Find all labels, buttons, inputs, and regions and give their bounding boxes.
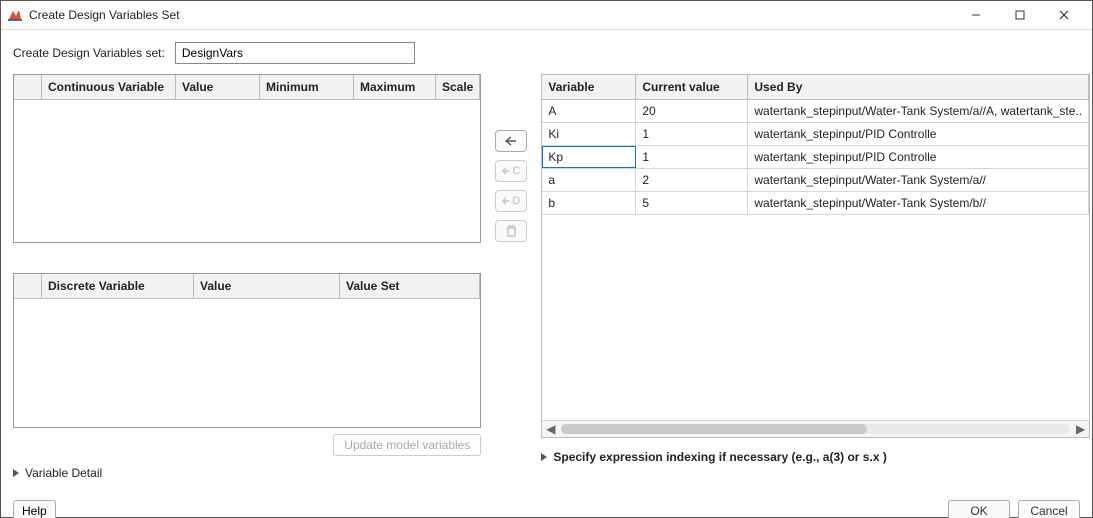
- add-continuous-button[interactable]: C: [495, 160, 527, 182]
- window-title: Create Design Variables Set: [29, 8, 954, 22]
- add-button[interactable]: [495, 130, 527, 152]
- table-row[interactable]: Kp1watertank_stepinput/PID Controlle: [542, 146, 1089, 169]
- main-area: Continuous Variable Value Minimum Maximu…: [13, 74, 1080, 480]
- minimize-button[interactable]: [954, 1, 998, 29]
- cell-current-value[interactable]: 1: [636, 123, 748, 145]
- specify-expression-expander[interactable]: Specify expression indexing if necessary…: [541, 450, 1090, 464]
- source-table: Variable Current value Used By A20watert…: [541, 74, 1090, 438]
- cell-variable[interactable]: b: [542, 192, 636, 214]
- cell-variable[interactable]: Kp: [542, 146, 636, 168]
- continuous-table-header: Continuous Variable Value Minimum Maximu…: [14, 75, 480, 100]
- specify-expression-label: Specify expression indexing if necessary…: [553, 450, 886, 464]
- header-minimum[interactable]: Minimum: [260, 75, 354, 100]
- header-value-set[interactable]: Value Set: [340, 274, 480, 299]
- cell-variable[interactable]: A: [542, 100, 636, 122]
- row-handle-header: [14, 75, 42, 100]
- titlebar: Create Design Variables Set: [1, 1, 1092, 30]
- scroll-left-icon[interactable]: ◀: [542, 421, 559, 438]
- header-variable[interactable]: Variable: [542, 75, 636, 100]
- ok-button[interactable]: OK: [948, 500, 1010, 518]
- discrete-table-body[interactable]: [14, 299, 480, 427]
- cell-current-value[interactable]: 1: [636, 146, 748, 168]
- scroll-right-icon[interactable]: ▶: [1072, 421, 1089, 438]
- row-handle-header: [14, 274, 42, 299]
- continuous-table: Continuous Variable Value Minimum Maximu…: [13, 74, 481, 243]
- table-row[interactable]: a2watertank_stepinput/Water-Tank System/…: [542, 169, 1089, 192]
- app-icon: [7, 7, 23, 23]
- cell-current-value[interactable]: 2: [636, 169, 748, 191]
- update-row: Update model variables: [13, 434, 481, 456]
- header-scale[interactable]: Scale: [436, 75, 480, 100]
- maximize-button[interactable]: [998, 1, 1042, 29]
- cell-current-value[interactable]: 5: [636, 192, 748, 214]
- close-button[interactable]: [1042, 1, 1086, 29]
- add-c-label: C: [512, 165, 520, 177]
- source-table-body[interactable]: A20watertank_stepinput/Water-Tank System…: [542, 100, 1089, 420]
- header-discrete-value[interactable]: Value: [194, 274, 340, 299]
- footer: Help OK Cancel: [1, 490, 1092, 518]
- header-used-by[interactable]: Used By: [748, 75, 1089, 100]
- right-column: Variable Current value Used By A20watert…: [541, 74, 1090, 480]
- header-current-value[interactable]: Current value: [636, 75, 748, 100]
- triangle-right-icon: [541, 453, 547, 461]
- delete-button[interactable]: [495, 220, 527, 242]
- cell-used-by[interactable]: watertank_stepinput/PID Controlle: [748, 146, 1089, 168]
- cell-used-by[interactable]: watertank_stepinput/PID Controlle: [748, 123, 1089, 145]
- triangle-right-icon: [13, 469, 19, 477]
- add-discrete-button[interactable]: D: [495, 190, 527, 212]
- content: Create Design Variables set: Continuous …: [1, 30, 1092, 490]
- trash-icon: [506, 225, 517, 237]
- variable-detail-expander[interactable]: Variable Detail: [13, 466, 481, 480]
- continuous-table-body[interactable]: [14, 100, 480, 242]
- add-d-label: D: [512, 195, 520, 207]
- cancel-button[interactable]: Cancel: [1018, 500, 1080, 518]
- scrollbar-thumb[interactable]: [561, 424, 866, 434]
- table-row[interactable]: Ki1watertank_stepinput/PID Controlle: [542, 123, 1089, 146]
- help-button[interactable]: Help: [13, 500, 56, 518]
- update-model-variables-button[interactable]: Update model variables: [333, 434, 481, 456]
- horizontal-scrollbar[interactable]: ◀ ▶: [542, 420, 1089, 437]
- discrete-table-header: Discrete Variable Value Value Set: [14, 274, 480, 299]
- set-name-row: Create Design Variables set:: [13, 42, 1080, 64]
- table-row[interactable]: A20watertank_stepinput/Water-Tank System…: [542, 100, 1089, 123]
- variable-detail-label: Variable Detail: [25, 466, 102, 480]
- set-name-label: Create Design Variables set:: [13, 46, 165, 60]
- left-column: Continuous Variable Value Minimum Maximu…: [13, 74, 481, 480]
- header-maximum[interactable]: Maximum: [354, 75, 436, 100]
- cell-used-by[interactable]: watertank_stepinput/Water-Tank System/a/…: [748, 169, 1089, 191]
- cell-used-by[interactable]: watertank_stepinput/Water-Tank System/a/…: [748, 100, 1089, 122]
- header-value[interactable]: Value: [176, 75, 260, 100]
- source-table-header: Variable Current value Used By: [542, 75, 1089, 100]
- cell-used-by[interactable]: watertank_stepinput/Water-Tank System/b/…: [748, 192, 1089, 214]
- set-name-input[interactable]: [175, 42, 415, 64]
- scrollbar-track[interactable]: [561, 424, 1070, 434]
- header-discrete-variable[interactable]: Discrete Variable: [42, 274, 194, 299]
- cell-variable[interactable]: Ki: [542, 123, 636, 145]
- window: Create Design Variables Set Create Desig…: [0, 0, 1093, 518]
- transfer-buttons: C D: [495, 74, 527, 480]
- discrete-table: Discrete Variable Value Value Set: [13, 273, 481, 428]
- header-continuous-variable[interactable]: Continuous Variable: [42, 75, 176, 100]
- arrow-left-icon: [502, 166, 510, 176]
- arrow-left-icon: [502, 196, 510, 206]
- cell-variable[interactable]: a: [542, 169, 636, 191]
- cell-current-value[interactable]: 20: [636, 100, 748, 122]
- table-row[interactable]: b5watertank_stepinput/Water-Tank System/…: [542, 192, 1089, 215]
- arrow-left-icon: [505, 136, 517, 146]
